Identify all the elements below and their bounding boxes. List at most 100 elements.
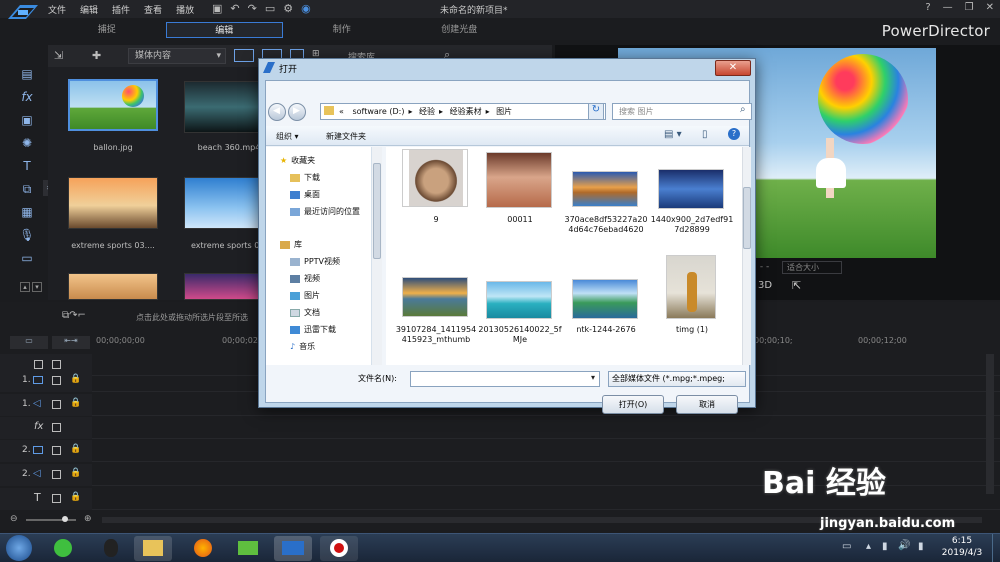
zoom-slider[interactable]: ⊖ ⊕ [10, 514, 98, 524]
view-options-icon[interactable]: ▤ ▾ [664, 129, 682, 140]
nav-xunlei[interactable]: 迅雷下载 [290, 324, 336, 335]
file-thumb-39107284[interactable] [402, 277, 468, 317]
menu-plugins[interactable]: 插件 [112, 3, 130, 16]
undo-icon[interactable]: ↶ [230, 2, 239, 15]
menu-view[interactable]: 查看 [144, 3, 162, 16]
zoom-in-icon[interactable]: ⊕ [84, 514, 92, 524]
refresh-icon[interactable]: ↻ [588, 103, 604, 120]
title-text-icon[interactable]: T [19, 158, 35, 175]
nav-pictures[interactable]: 图片 [290, 290, 320, 301]
file-type-select[interactable]: 全部媒体文件 (*.mpg;*.mpeg; [608, 371, 746, 387]
plugin-icon[interactable]: ✚ [92, 49, 101, 62]
track-master-select[interactable] [34, 360, 43, 369]
back-button[interactable]: ◀ [268, 103, 286, 121]
nav-favorites[interactable]: ★ 收藏夹 [280, 155, 315, 166]
new-folder-button[interactable]: 新建文件夹 [326, 131, 366, 142]
view-video-icon[interactable] [234, 49, 254, 62]
volume-icon[interactable]: 🔊 [898, 540, 910, 551]
timeline-tools-icon[interactable]: ⧉↷⌐ [62, 310, 86, 321]
keyboard-icon[interactable]: ▭ [842, 541, 851, 552]
track-video-2-enable[interactable] [52, 446, 61, 455]
import-icon[interactable]: ⇲ [54, 49, 63, 62]
nav-music[interactable]: ♪ 音乐 [290, 341, 315, 352]
address-bar[interactable]: « software (D:)▸ 经验▸ 经验素材▸ 图片 ▾ [320, 103, 606, 120]
address-seg-jingyan[interactable]: 经验 [419, 107, 435, 116]
cancel-button[interactable]: 取消 [676, 395, 738, 414]
preview-pane-icon[interactable]: ▯ [702, 129, 708, 140]
chapter-icon[interactable]: ▭ [19, 250, 35, 267]
file-thumb-1440x900[interactable] [658, 169, 724, 209]
aspect-select[interactable]: 适合大小 [782, 261, 842, 274]
nav-desktop[interactable]: 桌面 [290, 189, 320, 200]
voice-record-icon[interactable]: 🎙 [19, 227, 35, 244]
menu-play[interactable]: 播放 [176, 3, 194, 16]
taskbar-app-recorder[interactable] [320, 536, 358, 561]
dialog-close-button[interactable]: ✕ [715, 60, 751, 76]
file-thumb-20130526[interactable] [486, 281, 552, 319]
clock-date[interactable]: 2019/4/3 [936, 548, 988, 558]
zoom-handle[interactable] [62, 516, 68, 522]
track-master-enable[interactable] [52, 360, 61, 369]
chevron-down-icon[interactable]: ▾ [591, 373, 595, 382]
search-input[interactable]: 搜索 图片 [612, 103, 752, 120]
start-button[interactable] [6, 535, 32, 561]
show-desktop-button[interactable] [992, 534, 1000, 562]
track-title-enable[interactable] [52, 494, 61, 503]
taskbar-app-powerdirector[interactable] [274, 536, 312, 561]
media-thumb-ballon[interactable] [68, 79, 158, 131]
pip-icon[interactable]: ▣ [19, 112, 35, 129]
nav-documents[interactable]: 文档 [290, 307, 320, 318]
redo-icon[interactable]: ↷ [248, 2, 257, 15]
media-room-icon[interactable]: ▤ [19, 66, 35, 83]
tab-edit[interactable]: 编辑 [165, 22, 283, 38]
track-audio-1-enable[interactable] [52, 400, 61, 409]
file-list-scrollbar[interactable] [742, 147, 751, 365]
transition-icon[interactable]: ⧉ [19, 181, 35, 198]
filename-input[interactable]: ▾ [410, 371, 600, 387]
lock-icon[interactable]: 🔒 [70, 444, 81, 454]
scroll-down-icon[interactable]: ▾ [32, 282, 42, 292]
timeline-fit-icon[interactable]: ⇤⇥ [52, 336, 90, 349]
clock-time[interactable]: 6:15 [942, 536, 982, 546]
address-seg-drive[interactable]: software (D:) [352, 107, 404, 116]
track-fx-enable[interactable] [52, 423, 61, 432]
help-icon[interactable]: ? [728, 128, 740, 140]
taskbar-app-camtasia[interactable] [228, 536, 266, 561]
file-scroll-thumb[interactable] [743, 187, 751, 249]
tray-arrow-icon[interactable]: ▴ [866, 541, 871, 552]
minimize-button[interactable]: — [943, 2, 953, 13]
organize-button[interactable]: 组织 ▾ [276, 131, 299, 142]
media-thumb-row3-a[interactable] [68, 273, 158, 300]
address-seg-pictures[interactable]: 图片 [496, 107, 512, 116]
account-icon[interactable]: ◉ [301, 2, 311, 15]
address-overflow[interactable]: « [339, 107, 344, 116]
scroll-up-icon[interactable]: ▴ [20, 282, 30, 292]
particle-icon[interactable]: ✺ [19, 135, 35, 152]
file-thumb-9[interactable] [402, 149, 468, 207]
3d-mode-button[interactable]: 3D [758, 280, 772, 291]
menu-edit[interactable]: 编辑 [80, 3, 98, 16]
tab-produce[interactable]: 制作 [283, 22, 401, 38]
nav-pptv[interactable]: PPTV视频 [290, 256, 340, 267]
file-thumb-timg[interactable] [666, 255, 716, 319]
lock-icon[interactable]: 🔒 [70, 492, 81, 502]
timeline-vscroll[interactable] [986, 354, 994, 494]
media-thumb-extreme-sports-03[interactable] [68, 177, 158, 229]
lock-icon[interactable]: 🔒 [70, 468, 81, 478]
save-icon[interactable]: ▣ [212, 2, 222, 15]
menu-file[interactable]: 文件 [48, 3, 66, 16]
nav-downloads[interactable]: 下载 [290, 172, 320, 183]
nav-recent[interactable]: 最近访问的位置 [290, 206, 360, 217]
help-button[interactable]: ? [925, 2, 930, 13]
file-thumb-370ace[interactable] [572, 171, 638, 207]
forward-button[interactable]: ▶ [288, 103, 306, 121]
maximize-button[interactable]: ❐ [965, 2, 974, 13]
nav-libraries[interactable]: 库 [280, 239, 302, 250]
taskbar-app-green[interactable] [44, 536, 82, 561]
undock-icon[interactable]: ⇱ [792, 279, 801, 292]
settings-gear-icon[interactable]: ⚙ [283, 2, 293, 15]
taskbar-app-firefox[interactable] [184, 536, 222, 561]
network-icon[interactable]: ▮ [918, 541, 924, 552]
nav-pane-scrollbar[interactable] [372, 147, 382, 365]
close-button[interactable]: ✕ [986, 2, 994, 13]
